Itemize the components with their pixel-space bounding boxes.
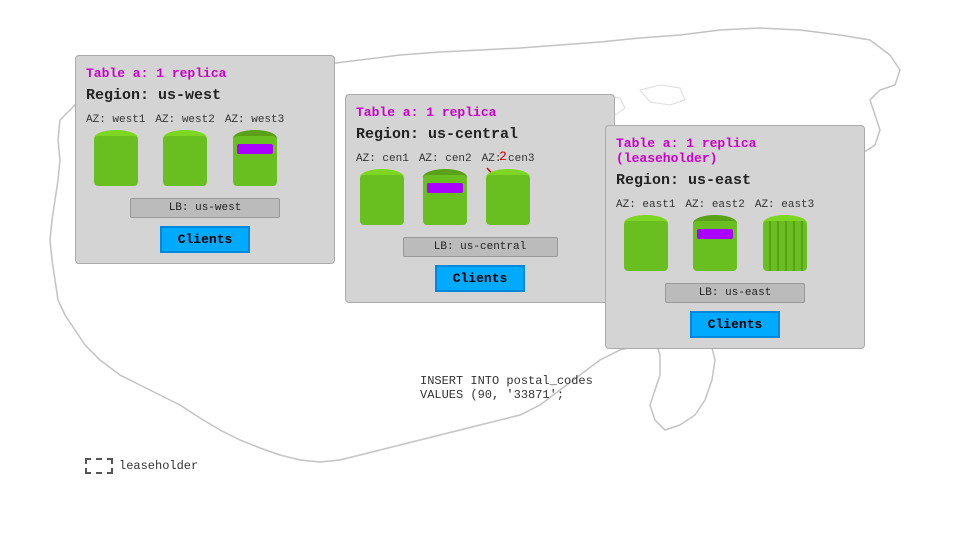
west-clients-button[interactable]: Clients bbox=[160, 226, 251, 253]
central-region-label: Region: us-central bbox=[356, 126, 604, 143]
west-az2-cylinder bbox=[163, 130, 207, 186]
west-az3: AZ: west3 bbox=[225, 114, 284, 186]
west-az2: AZ: west2 bbox=[155, 114, 214, 186]
west-az3-label: AZ: west3 bbox=[225, 114, 284, 126]
east-lb: LB: us-east bbox=[665, 283, 805, 303]
central-az-row: AZ: cen1 AZ: cen2 2 bbox=[356, 153, 604, 225]
central-az1: AZ: cen1 bbox=[356, 153, 409, 225]
west-lb: LB: us-west bbox=[130, 198, 280, 218]
central-region-panel: Table a: 1 replica Region: us-central AZ… bbox=[345, 94, 615, 303]
legend-label: leaseholder bbox=[119, 459, 198, 473]
east-az3-label: AZ: east3 bbox=[755, 199, 814, 211]
east-az1-label: AZ: east1 bbox=[616, 199, 675, 211]
west-az3-cylinder bbox=[233, 130, 277, 186]
east-az3-cylinder bbox=[763, 215, 807, 271]
east-az-row: AZ: east1 AZ: east2 AZ: east3 bbox=[616, 199, 854, 271]
svg-text:2: 2 bbox=[499, 149, 507, 164]
east-az2-cylinder bbox=[693, 215, 737, 271]
east-region-label: Region: us-east bbox=[616, 172, 854, 189]
central-leaseholder-stripe bbox=[427, 183, 463, 193]
west-region-panel: Table a: 1 replica Region: us-west AZ: w… bbox=[75, 55, 335, 264]
central-lb: LB: us-central bbox=[403, 237, 558, 257]
east-leaseholder-stripe bbox=[697, 229, 733, 239]
east-az1-cylinder bbox=[624, 215, 668, 271]
central-az2: AZ: cen2 2 bbox=[419, 153, 472, 225]
west-az2-label: AZ: west2 bbox=[155, 114, 214, 126]
central-az3-cylinder bbox=[486, 169, 530, 225]
west-az1-cylinder bbox=[94, 130, 138, 186]
central-az1-cylinder bbox=[360, 169, 404, 225]
west-az1-label: AZ: west1 bbox=[86, 114, 145, 126]
east-panel-title: Table a: 1 replica (leaseholder) bbox=[616, 136, 854, 166]
east-az2: AZ: east2 bbox=[685, 199, 744, 271]
legend: leaseholder bbox=[85, 458, 198, 474]
west-leaseholder-stripe bbox=[237, 144, 273, 154]
east-region-panel: Table a: 1 replica (leaseholder) Region:… bbox=[605, 125, 865, 349]
central-az1-label: AZ: cen1 bbox=[356, 153, 409, 165]
west-az1: AZ: west1 bbox=[86, 114, 145, 186]
west-panel-title: Table a: 1 replica bbox=[86, 66, 324, 81]
sql-statement: INSERT INTO postal_codesVALUES (90, '338… bbox=[420, 374, 593, 402]
legend-dashed-box bbox=[85, 458, 113, 474]
west-az-row: AZ: west1 AZ: west2 AZ: west3 bbox=[86, 114, 324, 186]
central-clients-button[interactable]: Clients bbox=[435, 265, 526, 292]
east-az1: AZ: east1 bbox=[616, 199, 675, 271]
east-az2-label: AZ: east2 bbox=[685, 199, 744, 211]
west-region-label: Region: us-west bbox=[86, 87, 324, 104]
central-panel-title: Table a: 1 replica bbox=[356, 105, 604, 120]
east-clients-button[interactable]: Clients bbox=[690, 311, 781, 338]
east-az3: AZ: east3 bbox=[755, 199, 814, 271]
